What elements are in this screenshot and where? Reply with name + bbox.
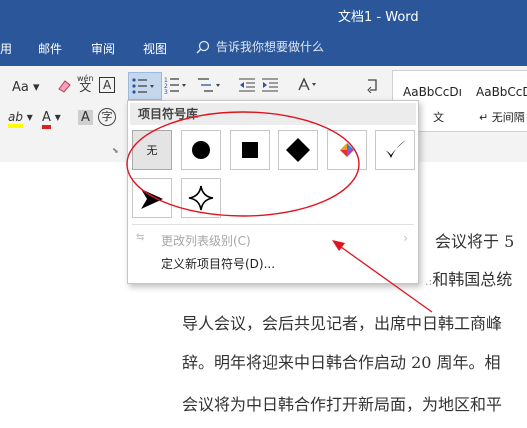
ribbon-tab-bar: 用 邮件 审阅 视图 告诉我你想要做什么 [0, 30, 527, 66]
filled-circle-icon [192, 141, 210, 159]
tell-me-text: 告诉我你想要做什么 [216, 40, 325, 54]
chinese-layout-icon[interactable] [296, 77, 320, 96]
doc-line-2: .:和韩国总统 [425, 270, 513, 289]
bullet-list-icon [132, 78, 154, 94]
arrowhead-icon [141, 189, 163, 209]
style-name-normal: 文 [433, 111, 444, 124]
define-new-bullet-item[interactable]: 定义新项目符号(D)... [128, 251, 418, 273]
doc-line-1: 会议将于 5 [435, 232, 515, 251]
multilevel-list-icon [198, 78, 220, 92]
style-sample-no-spacing[interactable]: AaBbCcDı [476, 85, 527, 99]
numbered-list-icon: 1 2 3 [164, 77, 186, 96]
font-color-label: A [42, 110, 51, 129]
font-dialog-launcher-icon[interactable]: ⬊ [112, 146, 119, 155]
multilevel-list-button[interactable] [196, 75, 224, 98]
submenu-arrow-icon: › [403, 231, 408, 245]
bullet-arrowhead-option[interactable] [132, 178, 172, 218]
highlight-label: ab [8, 110, 23, 128]
bullet-library-dropdown: 项目符号库 无 ⇆ 更改列表级别(C) › 定义新项目符号(D)... [127, 100, 419, 284]
four-color-diamond-icon [340, 143, 354, 157]
tell-me-search[interactable]: 告诉我你想要做什么 [196, 38, 324, 55]
enclose-char-button[interactable]: A [99, 77, 116, 93]
change-list-level-item[interactable]: ⇆ 更改列表级别(C) › [128, 228, 418, 250]
numbering-button[interactable]: 1 2 3 [164, 75, 192, 98]
doc-line-2-text: 和韩国总统 [432, 270, 513, 289]
bullet-star-option[interactable] [181, 178, 221, 218]
tab-review[interactable]: 审阅 [91, 40, 115, 57]
doc-line-4: 辞。明年将迎来中日韩合作启动 20 周年。相 [182, 353, 501, 372]
bullet-circle-option[interactable] [181, 130, 221, 170]
bullet-square-option[interactable] [230, 130, 270, 170]
bullet-diamond-option[interactable] [278, 130, 318, 170]
lightbulb-search-icon [196, 40, 210, 54]
change-case-label: Aa [12, 80, 29, 95]
tab-view[interactable]: 视图 [143, 40, 167, 57]
enclosed-char-button[interactable]: 字 [98, 108, 116, 126]
bullet-four-color-option[interactable] [327, 130, 367, 170]
text-direction-icon[interactable] [366, 77, 380, 96]
bullet-checkmark-option[interactable] [375, 130, 415, 170]
bullet-none-label: 无 [146, 144, 158, 157]
phonetic-char: 文 [79, 80, 92, 94]
char-shading-button[interactable]: A [78, 110, 93, 125]
svg-text:3: 3 [164, 89, 168, 95]
style-name-no-spacing: ↵ 无间隔 [479, 111, 525, 124]
font-color-button[interactable]: A ▾ [42, 110, 61, 129]
bullets-button[interactable] [128, 72, 162, 100]
change-list-level-label: 更改列表级别(C) [161, 234, 251, 248]
filled-diamond-icon [286, 138, 310, 162]
phonetic-guide-button[interactable]: wén 文 [77, 74, 94, 93]
filled-square-icon [242, 142, 258, 158]
list-level-icon: ⇆ [136, 232, 145, 243]
highlight-button[interactable]: ab ▾ [8, 110, 33, 128]
style-sample-normal[interactable]: AaBbCcDı [403, 85, 462, 99]
doc-line-3: 导人会议，会后共见记者，出席中日韩工商峰 [182, 314, 503, 333]
increase-indent-icon[interactable] [261, 77, 279, 96]
style-name-no-spacing-text: 无间隔 [491, 111, 525, 124]
change-case-button[interactable]: Aa ▾ [12, 80, 40, 95]
tab-mailings[interactable]: 邮件 [38, 40, 62, 57]
title-bar: 文档1 - Word [0, 0, 527, 30]
checkmark-icon [384, 140, 406, 158]
four-point-star-icon [188, 185, 214, 211]
tab-layout[interactable]: 用 [0, 40, 12, 57]
bullet-none-option[interactable]: 无 [132, 130, 172, 170]
decrease-indent-icon[interactable] [238, 77, 256, 96]
menu-separator [132, 224, 414, 225]
bullet-library-header: 项目符号库 [130, 103, 416, 125]
window-title: 文档1 - Word [338, 10, 419, 25]
clear-format-icon[interactable] [56, 78, 72, 97]
doc-line-5: 会议将为中日韩合作打开新局面，为地区和平 [182, 395, 503, 414]
define-new-bullet-label: 定义新项目符号(D)... [161, 257, 276, 271]
